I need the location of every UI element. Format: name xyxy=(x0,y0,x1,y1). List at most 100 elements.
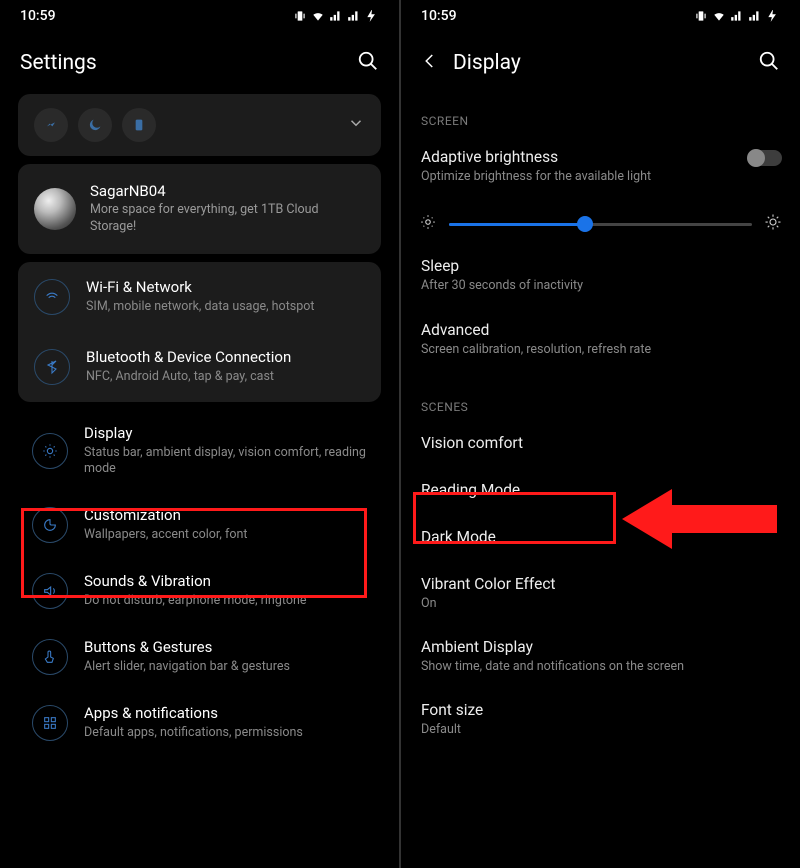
search-icon xyxy=(758,50,780,72)
slider-fill xyxy=(449,223,585,226)
row-sub: Default xyxy=(421,722,780,738)
font-size-row[interactable]: Font size Default xyxy=(401,689,800,752)
row-sub: Alert slider, navigation bar & gestures xyxy=(84,659,290,676)
buttons-gestures-row[interactable]: Buttons & Gestures Alert slider, navigat… xyxy=(18,624,381,690)
row-title: Vibrant Color Effect xyxy=(421,575,780,593)
vibrate-icon xyxy=(293,9,307,23)
reading-mode-row[interactable]: Reading Mode xyxy=(401,469,800,516)
quick-toggle-rotate[interactable] xyxy=(122,108,156,142)
ambient-display-row[interactable]: Ambient Display Show time, date and noti… xyxy=(401,626,800,689)
row-title: Display xyxy=(84,424,367,442)
wifi-row-icon xyxy=(34,279,70,315)
signal-icon xyxy=(730,9,744,23)
row-sub: SIM, mobile network, data usage, hotspot xyxy=(86,299,314,316)
brightness-slider-row xyxy=(401,199,800,245)
brightness-high-icon xyxy=(764,213,782,235)
user-name: SagarNB04 xyxy=(90,182,365,200)
display-header: Display xyxy=(401,28,800,86)
search-icon xyxy=(357,50,379,72)
apps-notifications-row[interactable]: Apps & notifications Default apps, notif… xyxy=(18,690,381,756)
search-button[interactable] xyxy=(758,50,780,76)
row-title: Vision comfort xyxy=(421,434,780,452)
user-sub: More space for everything, get 1TB Cloud… xyxy=(90,202,365,236)
quick-toggle-night[interactable] xyxy=(78,108,112,142)
vibrant-color-row[interactable]: Vibrant Color Effect On xyxy=(401,563,800,626)
rotate-icon xyxy=(131,117,147,133)
slider-thumb[interactable] xyxy=(577,216,593,232)
adaptive-brightness-toggle[interactable] xyxy=(748,150,782,166)
settings-header: Settings xyxy=(0,28,399,86)
row-title: Sounds & Vibration xyxy=(84,572,306,590)
section-scenes-label: SCENES xyxy=(401,372,800,422)
row-sub: NFC, Android Auto, tap & pay, cast xyxy=(86,369,291,386)
chevron-left-icon xyxy=(421,52,439,70)
row-title: Wi-Fi & Network xyxy=(86,278,314,296)
signal2-icon xyxy=(347,9,361,23)
expand-toggles[interactable] xyxy=(347,114,365,136)
row-title: Reading Mode xyxy=(421,481,780,499)
row-sub: Screen calibration, resolution, refresh … xyxy=(421,342,780,358)
row-title: Bluetooth & Device Connection xyxy=(86,348,291,366)
settings-list: Display Status bar, ambient display, vis… xyxy=(18,410,381,756)
page-title: Settings xyxy=(20,51,97,75)
display-row-icon xyxy=(32,433,68,469)
wifi-icon xyxy=(311,9,325,23)
dark-mode-row[interactable]: Dark Mode xyxy=(401,516,800,563)
adaptive-brightness-row[interactable]: Adaptive brightness Optimize brightness … xyxy=(401,136,800,199)
customization-row[interactable]: Customization Wallpapers, accent color, … xyxy=(18,492,381,558)
row-title: Adaptive brightness xyxy=(421,148,780,166)
charging-icon xyxy=(365,9,379,23)
status-icons xyxy=(694,9,780,23)
signal2-icon xyxy=(748,9,762,23)
row-sub: Wallpapers, accent color, font xyxy=(84,527,247,544)
row-title: Dark Mode xyxy=(421,528,780,546)
display-row[interactable]: Display Status bar, ambient display, vis… xyxy=(18,410,381,493)
bluetooth-row-icon xyxy=(34,349,70,385)
connectivity-card: Wi-Fi & Network SIM, mobile network, dat… xyxy=(18,262,381,402)
sounds-row-icon xyxy=(32,573,68,609)
settings-screen: 10:59 Settings xyxy=(0,0,400,868)
row-title: Ambient Display xyxy=(421,638,780,656)
user-card[interactable]: SagarNB04 More space for everything, get… xyxy=(18,164,381,254)
signal-icon xyxy=(329,9,343,23)
chevron-down-icon xyxy=(347,114,365,132)
status-time: 10:59 xyxy=(20,8,56,24)
status-time: 10:59 xyxy=(421,8,457,24)
status-icons xyxy=(293,9,379,23)
page-title: Display xyxy=(453,51,521,75)
charging-icon xyxy=(766,9,780,23)
row-title: Advanced xyxy=(421,321,780,339)
status-bar: 10:59 xyxy=(0,0,399,28)
sounds-row[interactable]: Sounds & Vibration Do not disturb, earph… xyxy=(18,558,381,624)
quick-toggle-data[interactable] xyxy=(34,108,68,142)
row-sub: Optimize brightness for the available li… xyxy=(421,169,780,185)
quick-toggles-card xyxy=(18,94,381,156)
gestures-row-icon xyxy=(32,639,68,675)
sleep-row[interactable]: Sleep After 30 seconds of inactivity xyxy=(401,245,800,308)
row-sub: On xyxy=(421,596,780,612)
row-title: Buttons & Gestures xyxy=(84,638,290,656)
row-sub: Show time, date and notifications on the… xyxy=(421,659,780,675)
wifi-network-row[interactable]: Wi-Fi & Network SIM, mobile network, dat… xyxy=(18,262,381,332)
moon-icon xyxy=(87,117,103,133)
vision-comfort-row[interactable]: Vision comfort xyxy=(401,422,800,469)
section-screen-label: SCREEN xyxy=(401,86,800,136)
brightness-low-icon xyxy=(419,213,437,235)
data-icon xyxy=(43,117,59,133)
brightness-slider[interactable] xyxy=(449,223,752,226)
row-title: Sleep xyxy=(421,257,780,275)
row-sub: After 30 seconds of inactivity xyxy=(421,278,780,294)
vibrate-icon xyxy=(694,9,708,23)
row-sub: Status bar, ambient display, vision comf… xyxy=(84,445,367,479)
advanced-row[interactable]: Advanced Screen calibration, resolution,… xyxy=(401,309,800,372)
row-title: Apps & notifications xyxy=(84,704,303,722)
search-button[interactable] xyxy=(357,50,379,76)
row-sub: Default apps, notifications, permissions xyxy=(84,725,303,742)
back-button[interactable] xyxy=(421,52,439,74)
status-bar: 10:59 xyxy=(401,0,800,28)
wifi-icon xyxy=(712,9,726,23)
customization-row-icon xyxy=(32,507,68,543)
bluetooth-row[interactable]: Bluetooth & Device Connection NFC, Andro… xyxy=(18,332,381,402)
row-title: Customization xyxy=(84,506,247,524)
apps-row-icon xyxy=(32,705,68,741)
